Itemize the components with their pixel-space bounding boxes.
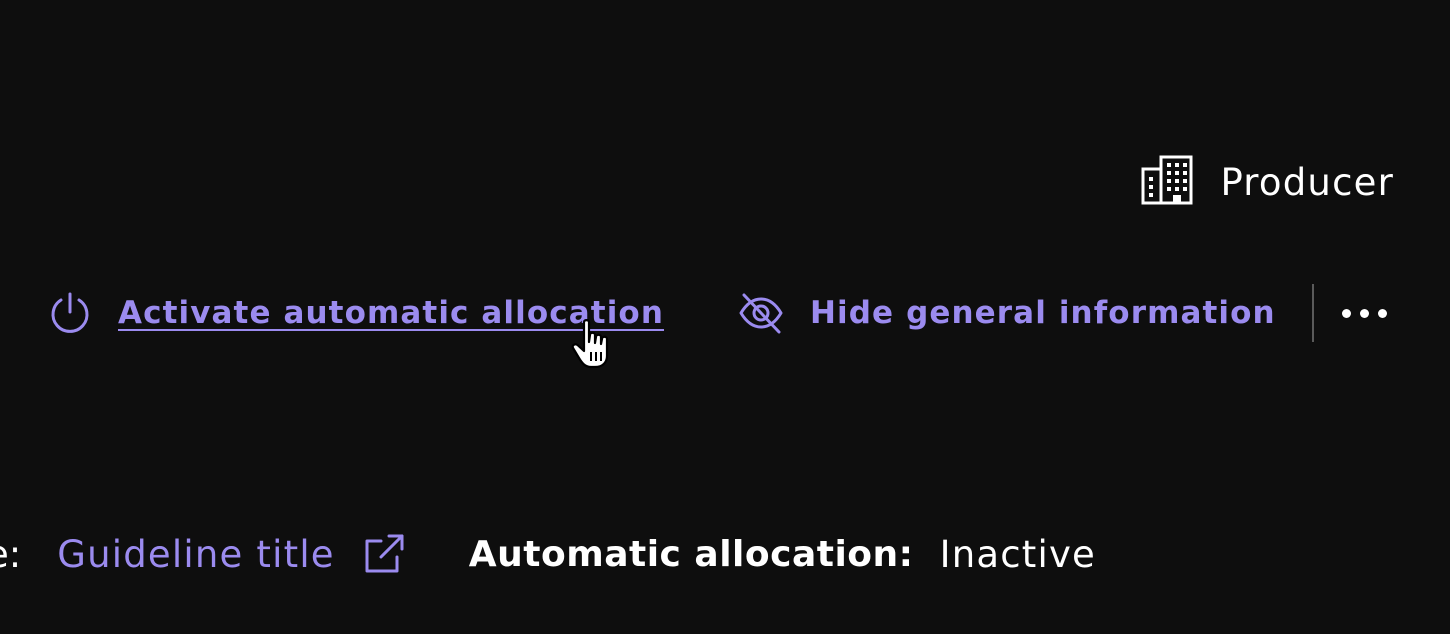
activate-automatic-allocation-label: Activate automatic allocation bbox=[118, 295, 664, 331]
action-bar: Activate automatic allocation Hide gener… bbox=[48, 282, 1394, 344]
truncated-label: e: bbox=[0, 532, 22, 576]
eye-off-icon bbox=[738, 291, 784, 335]
guideline-title-label: Guideline title bbox=[57, 532, 335, 576]
hide-general-information-button[interactable]: Hide general information bbox=[738, 291, 1276, 335]
building-icon bbox=[1140, 153, 1194, 211]
hide-general-information-label: Hide general information bbox=[810, 295, 1276, 331]
producer-label: Producer bbox=[1220, 160, 1394, 204]
automatic-allocation-label: Automatic allocation: bbox=[468, 533, 914, 575]
more-horizontal-icon bbox=[1341, 308, 1387, 318]
guideline-link[interactable]: Guideline title bbox=[57, 531, 407, 577]
activate-automatic-allocation-button[interactable]: Activate automatic allocation bbox=[48, 290, 664, 336]
power-icon bbox=[48, 290, 92, 336]
more-options-button[interactable] bbox=[1338, 301, 1391, 326]
external-link-icon bbox=[361, 531, 407, 577]
automatic-allocation-value: Inactive bbox=[939, 532, 1097, 576]
info-row: e: Guideline title Automatic allocation:… bbox=[0, 524, 1450, 584]
producer-badge: Producer bbox=[1140, 152, 1394, 212]
action-divider bbox=[1311, 284, 1314, 342]
